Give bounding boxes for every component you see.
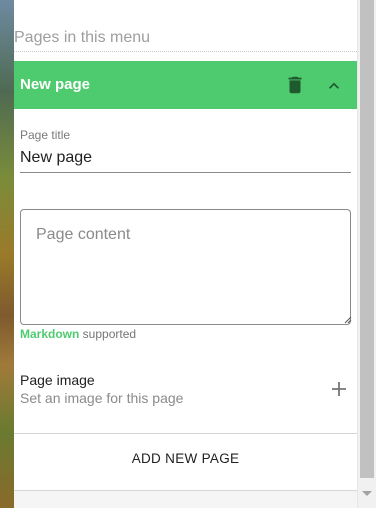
page-image-label: Page image xyxy=(20,372,95,388)
page-header[interactable]: New page xyxy=(14,61,357,109)
markdown-link[interactable]: Markdown xyxy=(20,327,79,341)
panel-footer xyxy=(14,491,357,508)
page-image-sublabel: Set an image for this page xyxy=(20,390,184,406)
delete-page-button[interactable] xyxy=(284,74,306,96)
plus-icon[interactable] xyxy=(330,380,348,398)
resize-grip-icon[interactable] xyxy=(344,316,352,324)
vertical-scrollbar[interactable] xyxy=(357,0,376,508)
trash-icon xyxy=(288,76,302,94)
scroll-down-arrow-icon[interactable] xyxy=(362,491,372,496)
markdown-suffix: supported xyxy=(79,327,137,341)
markdown-hint: Markdown supported xyxy=(20,327,136,341)
chevron-up-icon xyxy=(329,82,339,89)
page-title-label: Page title xyxy=(20,128,71,142)
menu-pages-panel: Pages in this menu New page Page title M… xyxy=(14,0,357,508)
scrollbar-thumb[interactable] xyxy=(360,0,374,478)
page-header-title: New page xyxy=(20,76,91,93)
background-image-strip xyxy=(0,0,14,508)
page-content-textarea[interactable] xyxy=(20,209,351,325)
collapse-page-button[interactable] xyxy=(324,76,344,96)
add-new-page-button[interactable]: ADD NEW PAGE xyxy=(14,434,357,484)
page-title-input[interactable] xyxy=(20,144,351,173)
section-title: Pages in this menu xyxy=(14,27,357,52)
page-image-row[interactable]: Page image Set an image for this page xyxy=(14,366,357,410)
